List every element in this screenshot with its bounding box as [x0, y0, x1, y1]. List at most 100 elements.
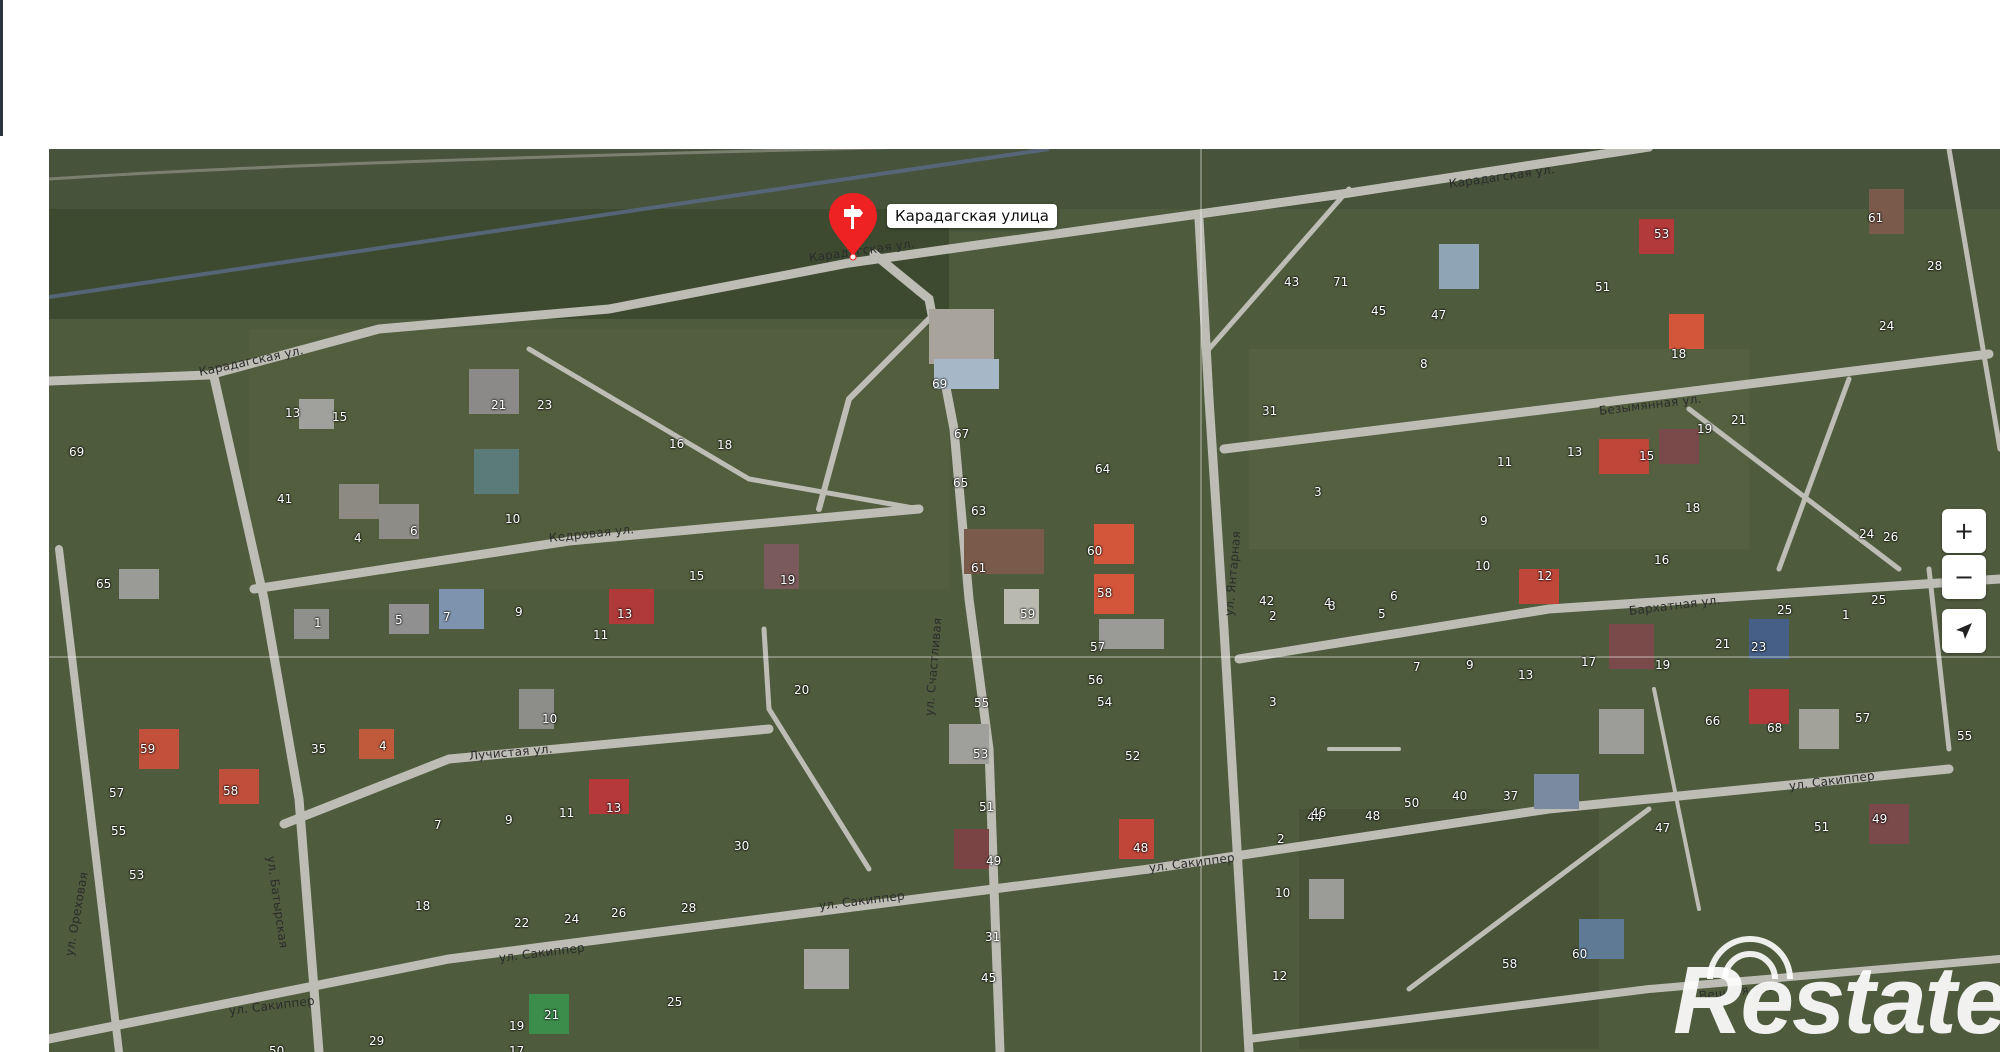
locate-button[interactable] — [1942, 609, 1986, 653]
house-number: 4 — [379, 739, 387, 753]
house-number: 53 — [1654, 227, 1670, 241]
house-number: 58 — [1502, 957, 1518, 971]
house-number: 15 — [689, 569, 705, 583]
house-number: 24 — [564, 912, 580, 926]
house-number: 40 — [1452, 789, 1468, 803]
house-number: 46 — [1311, 806, 1327, 820]
house-number: 37 — [1503, 789, 1519, 803]
restate-watermark: Restate — [1673, 947, 2000, 1052]
house-number: 66 — [1705, 714, 1721, 728]
house-number: 21 — [544, 1008, 560, 1022]
house-number: 9 — [515, 605, 523, 619]
house-number: 19 — [1655, 658, 1671, 672]
house-number: 69 — [932, 377, 948, 391]
house-number: 10 — [542, 712, 558, 726]
house-number: 53 — [129, 868, 145, 882]
house-number: 9 — [1480, 514, 1488, 528]
house-number: 28 — [681, 901, 697, 915]
house-number: 5 — [1378, 607, 1386, 621]
house-number: 45 — [1371, 304, 1387, 318]
house-number: 56 — [1088, 673, 1104, 687]
house-number: 10 — [505, 512, 521, 526]
house-number: 58 — [223, 784, 239, 798]
house-number: 11 — [593, 628, 609, 642]
house-number: 2 — [1269, 609, 1277, 623]
house-number: 6 — [410, 524, 418, 538]
location-pin-icon[interactable] — [827, 191, 879, 261]
house-number: 15 — [332, 410, 348, 424]
house-number: 5 — [395, 613, 403, 627]
house-number: 13 — [285, 406, 301, 420]
house-number: 57 — [1090, 640, 1106, 654]
pin-label: Карадагская улица — [887, 204, 1057, 228]
house-number: 13 — [1518, 668, 1534, 682]
house-number: 18 — [1671, 347, 1687, 361]
house-number: 10 — [1275, 886, 1291, 900]
house-number: 7 — [443, 610, 451, 624]
house-number: 7 — [434, 818, 442, 832]
house-number: 52 — [1125, 749, 1141, 763]
house-number: 26 — [611, 906, 627, 920]
house-number: 43 — [1284, 275, 1300, 289]
house-number: 13 — [617, 607, 633, 621]
house-number: 57 — [1855, 711, 1871, 725]
house-number: 11 — [1497, 455, 1513, 469]
house-number: 51 — [1595, 280, 1611, 294]
house-number: 21 — [1715, 637, 1731, 651]
house-number: 50 — [269, 1044, 285, 1052]
house-number: 50 — [1404, 796, 1420, 810]
house-number: 45 — [981, 971, 997, 985]
house-number: 7 — [1413, 660, 1421, 674]
house-number: 8 — [1420, 357, 1428, 371]
house-number: 30 — [734, 839, 750, 853]
zoom-out-button[interactable]: − — [1942, 555, 1986, 599]
house-number: 58 — [1097, 586, 1113, 600]
house-number: 18 — [415, 899, 431, 913]
house-number: 10 — [1475, 559, 1491, 573]
house-number: 17 — [1581, 655, 1597, 669]
house-number: 4 — [354, 531, 362, 545]
house-number: 71 — [1333, 275, 1349, 289]
house-number: 61 — [1868, 211, 1884, 225]
house-number: 24 — [1859, 527, 1875, 541]
house-number: 55 — [111, 824, 127, 838]
house-number: 35 — [311, 742, 327, 756]
house-number: 9 — [505, 813, 513, 827]
house-number: 9 — [1466, 658, 1474, 672]
house-number: 22 — [514, 916, 530, 930]
house-number: 3 — [1314, 485, 1322, 499]
house-number: 60 — [1087, 544, 1103, 558]
house-number: 59 — [1020, 607, 1036, 621]
house-number: 13 — [1567, 445, 1583, 459]
house-number: 17 — [509, 1044, 525, 1052]
house-number: 54 — [1097, 695, 1113, 709]
house-number: 41 — [277, 492, 293, 506]
house-number: 65 — [953, 476, 969, 490]
house-number: 42 — [1259, 594, 1275, 608]
house-number: 64 — [1095, 462, 1111, 476]
zoom-in-button[interactable]: + — [1942, 509, 1986, 553]
house-number: 16 — [669, 437, 685, 451]
house-number: 47 — [1655, 821, 1671, 835]
house-number: 55 — [974, 696, 990, 710]
house-number: 48 — [1365, 809, 1381, 823]
house-number: 19 — [509, 1019, 525, 1033]
house-number: 25 — [667, 995, 683, 1009]
house-number: 31 — [1262, 404, 1278, 418]
navigation-arrow-icon — [1956, 623, 1972, 639]
house-number: 1 — [314, 616, 322, 630]
satellite-map[interactable]: Карадагская ул. Карадагская ул. Карадагс… — [49, 149, 2000, 1052]
house-number: 65 — [96, 577, 112, 591]
house-number: 2 — [1277, 832, 1285, 846]
house-number: 19 — [780, 573, 796, 587]
house-number: 69 — [69, 445, 85, 459]
house-number: 29 — [369, 1034, 385, 1048]
house-number: 49 — [986, 854, 1002, 868]
house-number: 31 — [985, 930, 1001, 944]
house-number: 15 — [1639, 449, 1655, 463]
house-number: 11 — [559, 806, 575, 820]
house-number: 28 — [1927, 259, 1943, 273]
house-number: 47 — [1431, 308, 1447, 322]
house-number: 23 — [537, 398, 553, 412]
house-number: 23 — [1751, 640, 1767, 654]
